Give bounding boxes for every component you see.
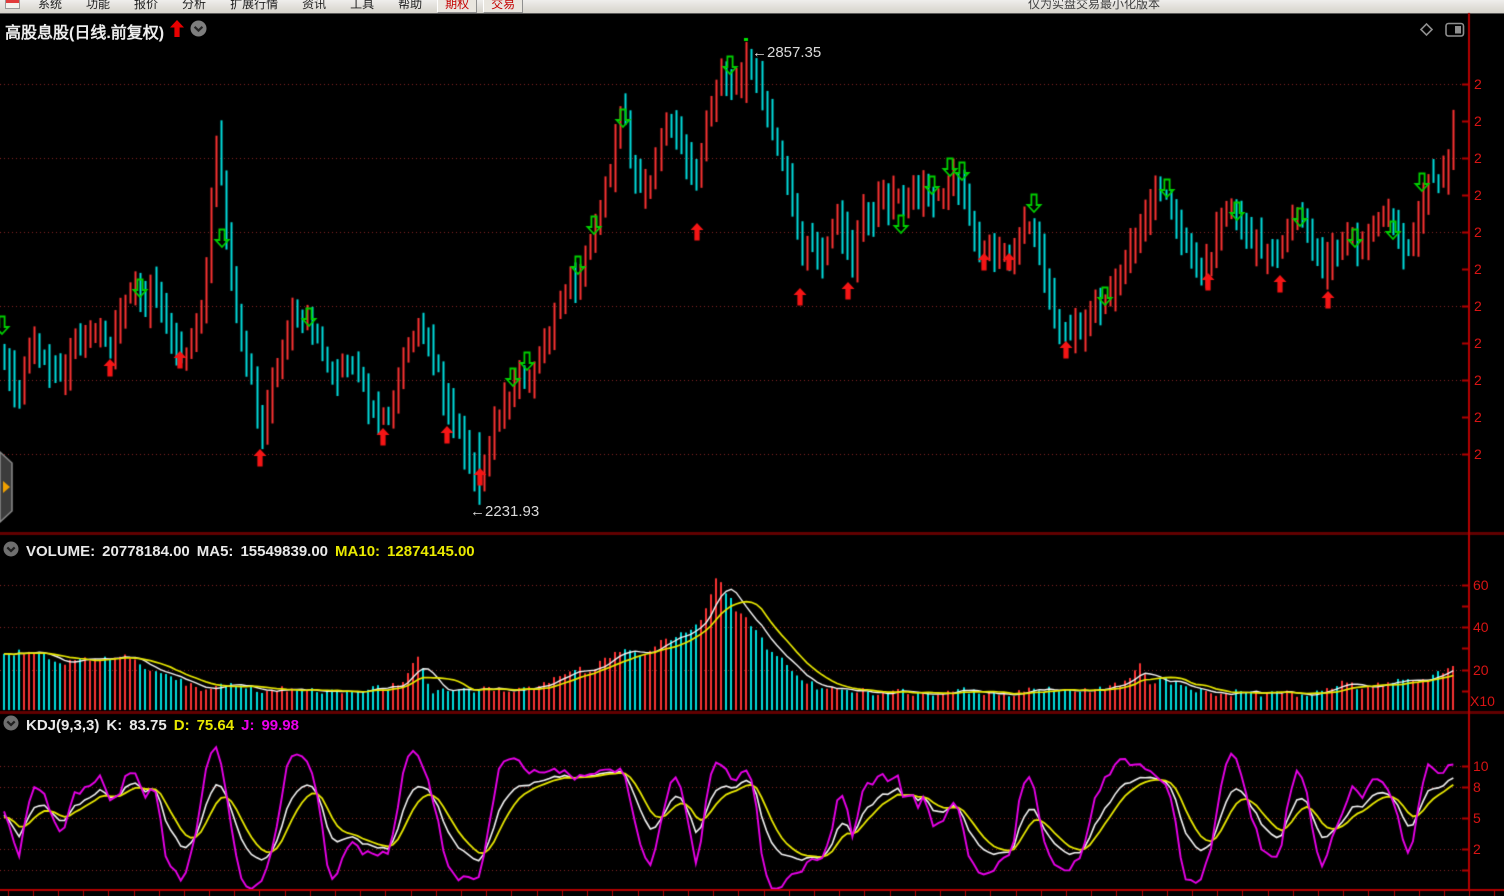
diamond-icon[interactable]	[1418, 21, 1435, 43]
collapse-main-chevron-down-icon[interactable]	[190, 20, 207, 42]
collapse-volume-chevron-down-icon[interactable]	[3, 541, 19, 561]
trading-app-window: 系统功能报价分析扩展行情资讯工具帮助期权交易 仅为实盘交易最小化版本 高股息股(…	[0, 0, 1504, 896]
chart-canvas[interactable]	[0, 0, 1504, 896]
collapse-kdj-chevron-down-icon[interactable]	[3, 715, 19, 735]
split-rect-icon[interactable]	[1445, 22, 1465, 43]
